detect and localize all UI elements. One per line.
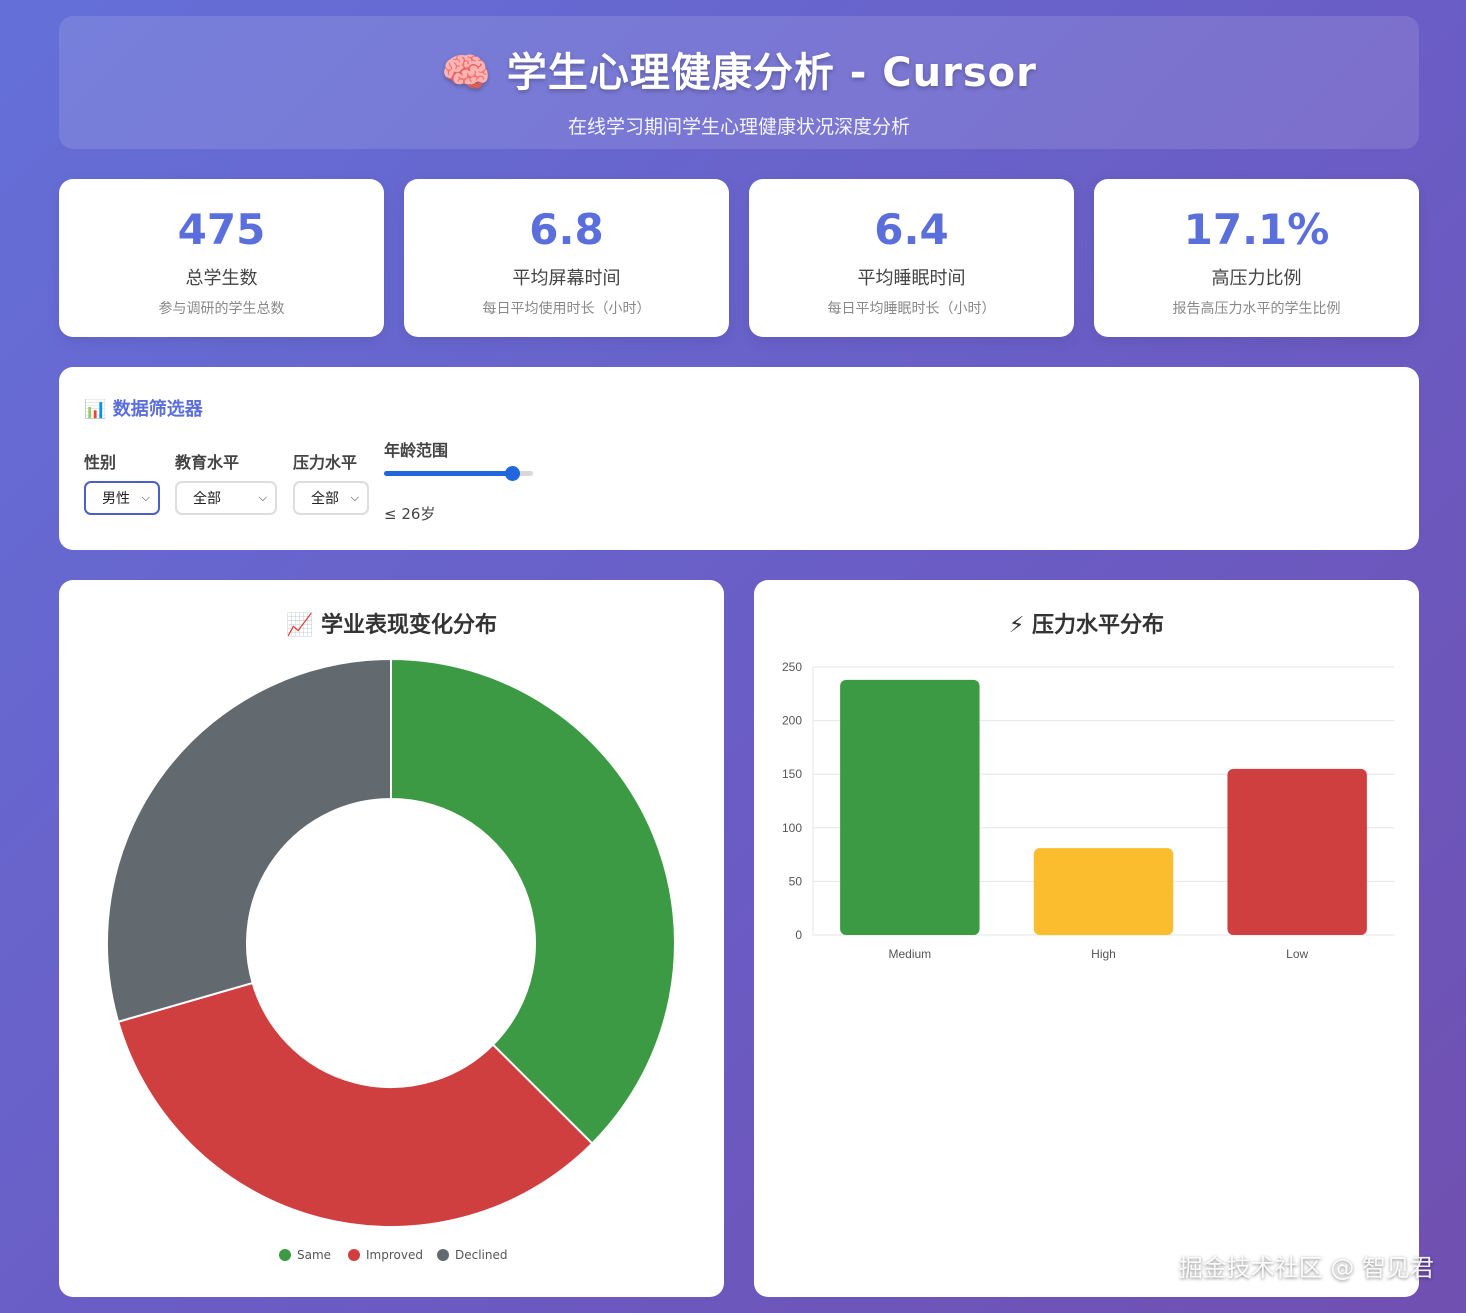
stat-label: 总学生数 <box>185 268 258 289</box>
chevron-down-icon: ⌵ <box>141 491 150 504</box>
chevron-down-icon: ⌵ <box>350 491 359 504</box>
education-filter: 教育水平 全部 ⌵ <box>175 449 277 515</box>
stat-card-sleep-time: 6.4 平均睡眠时间 每日平均睡眠时长（小时） <box>749 179 1074 337</box>
legend-swatch <box>437 1249 449 1261</box>
legend-label: Same <box>297 1248 332 1262</box>
stress-select-value: 全部 <box>311 491 339 507</box>
age-slider-fill <box>384 471 513 476</box>
stat-card-screen-time: 6.8 平均屏幕时间 每日平均使用时长（小时） <box>404 179 729 337</box>
bar-chart-title: ⚡ 压力水平分布 <box>754 607 1419 639</box>
stat-value: 6.4 <box>874 205 949 254</box>
stat-label: 平均屏幕时间 <box>512 268 621 289</box>
x-tick-label: Low <box>1286 947 1308 961</box>
stat-desc: 每日平均使用时长（小时） <box>482 301 651 317</box>
stat-desc: 每日平均睡眠时长（小时） <box>827 301 996 317</box>
legend-item-improved[interactable]: Improved <box>348 1248 423 1262</box>
donut-chart-title: 📈 学业表现变化分布 <box>59 607 724 639</box>
stat-value: 6.8 <box>529 205 604 254</box>
legend-item-declined[interactable]: Declined <box>437 1248 508 1262</box>
donut-chart-title-text: 学业表现变化分布 <box>321 613 498 638</box>
stat-value: 475 <box>177 205 266 254</box>
donut-slice-same <box>390 657 676 1145</box>
education-select-value: 全部 <box>193 491 221 507</box>
academic-change-chart-card: 📈 学业表现变化分布 Same Improved Declined <box>59 580 724 1297</box>
stress-filter: 压力水平 全部 ⌵ <box>293 449 369 515</box>
filter-title: 📊 数据筛选器 <box>84 395 203 421</box>
donut-slice-declined <box>106 657 392 1024</box>
y-tick-label: 50 <box>789 874 803 888</box>
age-range-value: ≤ 26岁 <box>384 505 436 523</box>
stress-label: 压力水平 <box>293 453 358 472</box>
education-label: 教育水平 <box>175 453 240 472</box>
age-filter: 年龄范围 ≤ 26岁 <box>384 437 544 527</box>
education-select[interactable]: 全部 ⌵ <box>175 481 277 515</box>
legend-swatch <box>279 1249 291 1261</box>
stat-value: 17.1% <box>1183 205 1330 254</box>
stress-level-chart-card: ⚡ 压力水平分布 0 50 100 150 200 250 Medium High Low <box>754 580 1419 1297</box>
chart-up-icon: 📈 <box>285 613 314 638</box>
stat-desc: 报告高压力水平的学生比例 <box>1172 301 1341 317</box>
age-range-slider[interactable] <box>384 466 533 481</box>
lightning-icon: ⚡ <box>1008 613 1025 638</box>
stat-label: 高压力比例 <box>1211 268 1302 289</box>
bar-chart-icon: 📊 <box>84 399 107 420</box>
page-subtitle: 在线学习期间学生心理健康状况深度分析 <box>567 116 910 138</box>
gender-label: 性别 <box>84 453 117 472</box>
y-tick-label: 100 <box>782 821 802 835</box>
filter-title-text: 数据筛选器 <box>112 399 203 420</box>
page-title: 🧠 学生心理健康分析 - Cursor <box>59 40 1419 98</box>
stat-card-high-stress: 17.1% 高压力比例 报告高压力水平的学生比例 <box>1094 179 1419 337</box>
stat-card-total-students: 475 总学生数 参与调研的学生总数 <box>59 179 384 337</box>
gender-select[interactable]: 男性 ⌵ <box>84 481 160 515</box>
legend-swatch <box>348 1249 360 1261</box>
x-tick-label: Medium <box>888 947 931 961</box>
stress-select[interactable]: 全部 ⌵ <box>293 481 369 515</box>
stat-label: 平均睡眠时间 <box>857 268 966 289</box>
gender-filter: 性别 男性 ⌵ <box>84 449 160 515</box>
bar-chart-title-text: 压力水平分布 <box>1032 613 1165 638</box>
bar-high <box>1033 848 1174 935</box>
age-label: 年龄范围 <box>384 441 449 460</box>
bar-chart: 0 50 100 150 200 250 Medium High Low <box>782 660 1394 961</box>
y-tick-label: 150 <box>782 767 802 781</box>
donut-chart <box>106 657 676 1228</box>
y-tick-label: 250 <box>782 660 802 674</box>
y-tick-label: 0 <box>795 928 802 942</box>
brain-icon: 🧠 <box>441 50 492 96</box>
stat-desc: 参与调研的学生总数 <box>158 301 285 317</box>
gender-select-value: 男性 <box>102 491 130 507</box>
bar-medium <box>840 679 980 935</box>
y-tick-label: 200 <box>782 714 802 728</box>
watermark: 掘金技术社区 @ 智见君 <box>1178 1254 1434 1282</box>
x-tick-label: High <box>1091 947 1116 961</box>
bar-low <box>1227 768 1367 935</box>
age-slider-thumb[interactable] <box>505 466 521 481</box>
legend-label: Declined <box>455 1248 508 1262</box>
legend-item-same[interactable]: Same <box>279 1248 331 1262</box>
page-title-text: 学生心理健康分析 - Cursor <box>506 50 1037 96</box>
filter-panel: 📊 数据筛选器 性别 男性 ⌵ 教育水平 全部 ⌵ 压力水平 全部 ⌵ 年龄范围… <box>59 367 1419 550</box>
page-header: 🧠 学生心理健康分析 - Cursor 在线学习期间学生心理健康状况深度分析 <box>59 16 1419 149</box>
chevron-down-icon: ⌵ <box>258 491 267 504</box>
legend-label: Improved <box>366 1248 423 1262</box>
